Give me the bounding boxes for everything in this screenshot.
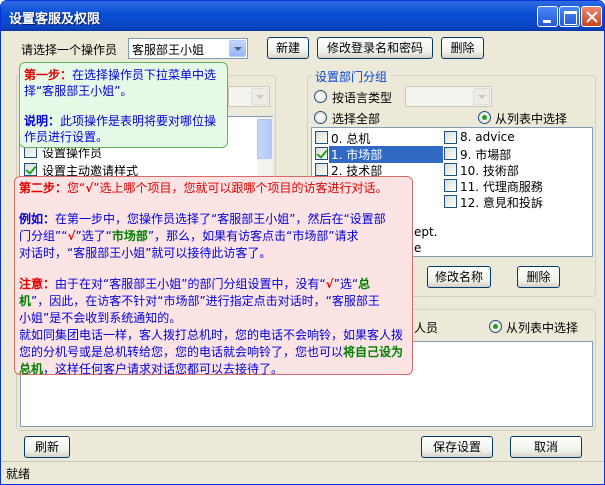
window-title: 设置客服及权限	[9, 12, 101, 27]
title-bar[interactable]: 设置客服及权限	[1, 1, 604, 31]
tip2-example-b1: 门分组”“	[19, 229, 68, 243]
tip2-para-c1: 总机	[19, 362, 44, 376]
minimize-button[interactable]	[537, 6, 558, 27]
permissions-select	[228, 86, 270, 107]
dept-item-11[interactable]: 11. 代理商服務	[460, 178, 543, 195]
save-settings-button[interactable]: 保存设置	[421, 436, 493, 458]
tip2-para-a: 就如同集团电话一样，客人拨打总机时，您的电话不会响铃，如果客人拨	[19, 328, 404, 342]
chevron-down-icon[interactable]	[229, 40, 246, 57]
chevron-down-icon	[473, 88, 490, 105]
tip1-step-text-b: 择“客服部王小姐”。	[24, 84, 133, 98]
radio-select-all[interactable]	[314, 111, 327, 124]
language-select	[405, 86, 492, 107]
staff-group-partial-label: 人员	[414, 321, 439, 335]
dept-item-partial-1: ept.	[414, 225, 438, 239]
tip2-example-label: 例如：	[19, 212, 56, 226]
radio-by-language[interactable]	[314, 90, 327, 103]
scrollbar-thumb[interactable]	[257, 119, 272, 159]
tip2-para-c2: ，这样任何客户请求对话您都可以去接待了。	[43, 362, 284, 376]
tip-step-one: 第一步：在选择操作员下拉菜单中选 择“客服部王小姐”。 说明：此项操作是表明将要…	[19, 62, 228, 148]
tip2-warn-b2: ”，因此，在访客不针对“市场部”进行指定点击对话时，“客服部王	[31, 294, 380, 308]
radio-from-list-label: 从列表中选择	[495, 112, 568, 126]
tip1-note-text-a: 此项操作是表明将要对哪位操	[60, 114, 217, 128]
dept-item-0[interactable]: 0. 总机	[331, 130, 370, 147]
status-text: 就绪	[6, 467, 31, 481]
dept-checkbox-11[interactable]	[444, 179, 457, 192]
dept-item-12[interactable]: 12. 意見和投訴	[460, 194, 543, 211]
tip2-example-b2: ”选了“	[75, 229, 112, 243]
permission-checkbox-1[interactable]	[24, 163, 37, 176]
tip2-example-b4: ”，那么，如果有访客点击“市场部”请求	[147, 229, 359, 243]
dept-checkbox-2[interactable]	[315, 163, 328, 176]
tip2-step-text-b: ”选上哪个项目，您就可以跟哪个项目的访客进行对话。	[93, 181, 388, 195]
refresh-button[interactable]: 刷新	[24, 436, 70, 458]
maximize-button[interactable]	[559, 6, 580, 27]
status-bar: 就绪	[1, 461, 604, 484]
tip2-warn-a2: ”选“	[333, 277, 359, 291]
permissions-scrollbar[interactable]	[257, 117, 273, 177]
tip2-example-c: 对话时，“客服部王小姐”就可以接待此访客了。	[19, 246, 272, 260]
tip1-step-label: 第一步：	[24, 68, 73, 82]
dept-group-title: 设置部门分组	[312, 68, 391, 85]
tip2-para-b2: 将自己设为	[343, 345, 404, 359]
check-mark-icon: √	[325, 277, 334, 291]
dept-checkbox-10[interactable]	[444, 163, 457, 176]
dept-checkbox-1[interactable]	[315, 147, 328, 160]
chevron-down-icon	[251, 88, 268, 105]
modify-login-button[interactable]: 修改登录名和密码	[317, 37, 433, 59]
delete-operator-button[interactable]: 删除	[441, 37, 484, 59]
tip1-step-text-a: 在选择操作员下拉菜单中选	[72, 68, 217, 82]
new-operator-button[interactable]: 新建	[267, 37, 309, 59]
tip2-para-b1: 您的分机号或是总机转给您，您的电话就会响铃了，您也可以	[19, 345, 344, 359]
dept-checkbox-12[interactable]	[444, 195, 457, 208]
dept-checkbox-9[interactable]	[444, 147, 457, 160]
staff-radio-from-list[interactable]	[489, 320, 502, 333]
tip1-note-text-b: 作员进行设置。	[24, 130, 109, 144]
dept-checkbox-8[interactable]	[444, 131, 457, 144]
operator-label: 请选择一个操作员	[21, 43, 118, 57]
tip2-step-label: 第二步：	[19, 181, 68, 195]
tip2-warn-label: 注意：	[19, 277, 56, 291]
tip2-warn-b1: 机	[19, 294, 32, 308]
dialog-window: 设置客服及权限 请选择一个操作员 客服部王小姐 新建 修改登录名和密码 删除 设…	[0, 0, 605, 485]
close-button[interactable]	[581, 6, 602, 27]
dept-checkbox-0[interactable]	[315, 131, 328, 144]
tip-step-two: 第二步：您“ √ ”选上哪个项目，您就可以跟哪个项目的访客进行对话。 例如：在第一步…	[14, 176, 413, 376]
dept-item-10[interactable]: 10. 技術部	[460, 162, 519, 179]
tip2-warn-c: 小姐”是不会收到系统通知的。	[19, 311, 182, 325]
staff-radio-from-list-label: 从列表中选择	[506, 321, 579, 335]
tip1-note-label: 说明：	[24, 114, 61, 128]
tip2-warn-a3: 总	[358, 277, 371, 291]
tip2-warn-a1: 由于在对“客服部王小姐”的部门分组设置中，没有“	[55, 277, 326, 291]
dept-item-1[interactable]: 1. 市场部	[329, 146, 443, 163]
cancel-button[interactable]: 取消	[510, 436, 582, 458]
delete-dept-button[interactable]: 删除	[517, 266, 560, 288]
tip2-step-text-a: 您“	[67, 181, 86, 195]
radio-from-list[interactable]	[478, 111, 491, 124]
dept-item-9[interactable]: 9. 市場部	[460, 146, 511, 163]
dept-item-8[interactable]: 8. advice	[460, 130, 515, 144]
dept-item-partial-2: e	[414, 241, 422, 255]
operator-select[interactable]: 客服部王小姐	[128, 38, 248, 59]
radio-by-language-label: 按语言类型	[332, 91, 393, 105]
tip2-example-b3: 市场部	[111, 229, 148, 243]
radio-select-all-label: 选择全部	[332, 112, 381, 126]
operator-select-value: 客服部王小姐	[132, 43, 205, 57]
tip2-example-a: 在第一步中，您操作员选择了“客服部王小姐”，然后在“设置部	[55, 212, 386, 226]
rename-dept-button[interactable]: 修改名称	[427, 266, 491, 288]
